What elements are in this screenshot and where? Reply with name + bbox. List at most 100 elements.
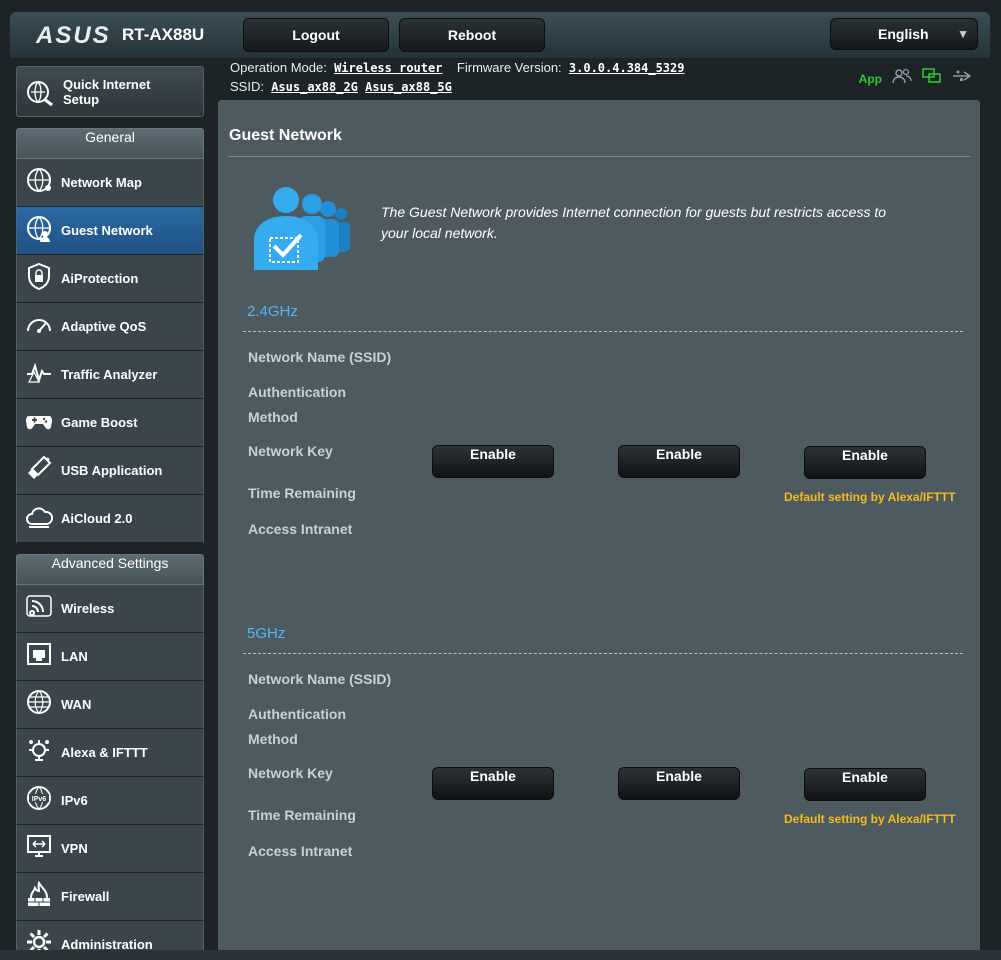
vpn-monitor-icon [25, 832, 53, 865]
model-name: RT-AX88U [122, 25, 205, 44]
sidebar-item-guest-network[interactable]: Guest Network [16, 207, 204, 255]
asus-logo: ASUS [36, 22, 111, 49]
sidebar-item-alexa-ifttt[interactable]: Alexa & IFTTT [16, 729, 204, 777]
page-title: Guest Network [229, 127, 342, 144]
pulse-chart-icon [25, 358, 53, 391]
ssid-field-label: Network Name (SSID) [248, 671, 392, 687]
sidebar-item-adaptive-qos[interactable]: Adaptive QoS [16, 303, 204, 351]
network-status-icon[interactable] [922, 68, 942, 89]
ssid-field-label: Network Name (SSID) [248, 349, 392, 365]
sidebar-item-label: AiProtection [61, 271, 139, 286]
sidebar-item-label: IPv6 [61, 793, 88, 808]
shield-lock-icon [25, 262, 53, 295]
status-icons: App [859, 68, 972, 89]
sidebar-item-wan[interactable]: WAN [16, 681, 204, 729]
app-link[interactable]: App [859, 72, 882, 86]
operation-mode-link[interactable]: Wireless router [334, 61, 442, 75]
advanced-nav: Wireless LAN WAN Alexa & IFTTT IPv6 IPv6 VPN Fi… [16, 585, 204, 960]
wifi-icon [25, 592, 53, 625]
sidebar-item-label: Guest Network [61, 223, 153, 238]
sidebar-item-label: Network Map [61, 175, 142, 190]
enable-24ghz-2-button[interactable]: Enable [618, 445, 740, 478]
sidebar-item-firewall[interactable]: Firewall [16, 873, 204, 921]
globe-network-icon [25, 166, 53, 199]
general-nav: Network Map Guest Network AiProtection Adap… [16, 159, 204, 543]
logout-button[interactable]: Logout [243, 18, 389, 52]
enable-5ghz-1-button[interactable]: Enable [432, 767, 554, 800]
clients-icon[interactable] [892, 68, 912, 89]
sidebar-item-label: Alexa & IFTTT [61, 745, 148, 760]
wizard-icon [27, 80, 53, 106]
auth-field-label: Authentication [248, 384, 346, 400]
general-header: General [16, 128, 204, 159]
sidebar-item-vpn[interactable]: VPN [16, 825, 204, 873]
quick-internet-setup-button[interactable]: Quick Internet Setup [16, 66, 204, 117]
time-remaining-label: Time Remaining [248, 485, 356, 501]
sidebar-item-label: Wireless [61, 601, 115, 616]
sidebar-item-label: Firewall [61, 889, 110, 904]
sidebar-item-wireless[interactable]: Wireless [16, 585, 204, 633]
alexa-note-24ghz: Default setting by Alexa/IFTTT [784, 490, 956, 504]
gamepad-icon [25, 406, 53, 439]
sidebar-item-aicloud-2-0[interactable]: AiCloud 2.0 [16, 495, 204, 543]
svg-text:IPv6: IPv6 [32, 796, 47, 803]
network-key-label: Network Key [248, 765, 333, 781]
sidebar-item-network-map[interactable]: Network Map [16, 159, 204, 207]
alexa-icon [25, 736, 53, 769]
language-select[interactable]: English ▼ [830, 18, 978, 50]
enable-5ghz-3-button[interactable]: Enable [804, 768, 926, 801]
ssid-label: SSID: [230, 79, 264, 94]
sidebar-item-game-boost[interactable]: Game Boost [16, 399, 204, 447]
usb-stick-icon [25, 454, 53, 487]
gauge-icon [25, 310, 53, 343]
sidebar-item-label: VPN [61, 841, 88, 856]
info-strip: Operation Mode: Wireless router Firmware… [218, 58, 980, 100]
intro-text: The Guest Network provides Internet conn… [381, 204, 887, 241]
band-5ghz-divider [243, 653, 963, 654]
sidebar-item-ipv6[interactable]: IPv6 IPv6 [16, 777, 204, 825]
band-5ghz-title: 5GHz [247, 625, 286, 642]
firmware-link[interactable]: 3.0.0.4.384_5329 [569, 61, 685, 75]
usb-status-icon[interactable] [952, 69, 972, 88]
cloud-icon [25, 502, 54, 535]
language-value: English [878, 26, 929, 42]
band-24ghz-divider [243, 331, 963, 332]
network-key-label: Network Key [248, 443, 333, 459]
globe-icon [25, 688, 53, 721]
enable-24ghz-3-button[interactable]: Enable [804, 446, 926, 479]
time-remaining-label: Time Remaining [248, 807, 356, 823]
sidebar-item-label: LAN [61, 649, 88, 664]
ssid-5g-link[interactable]: Asus_ax88_5G [365, 80, 452, 94]
title-divider [228, 156, 970, 157]
sidebar-item-label: WAN [61, 697, 92, 712]
sidebar-item-aiprotection[interactable]: AiProtection [16, 255, 204, 303]
sidebar-item-label: Adaptive QoS [61, 319, 147, 334]
access-intranet-label: Access Intranet [248, 521, 353, 537]
lan-port-icon [25, 640, 53, 673]
guest-users-icon [248, 184, 366, 275]
sidebar-item-traffic-analyzer[interactable]: Traffic Analyzer [16, 351, 204, 399]
operation-mode-label: Operation Mode: [230, 60, 327, 75]
quick-setup-line1: Quick Internet [63, 76, 151, 92]
main-panel: Guest Network The Guest Network provides… [218, 100, 980, 960]
sidebar-item-label: Traffic Analyzer [61, 367, 158, 382]
sidebar-item-usb-application[interactable]: USB Application [16, 447, 204, 495]
ipv6-globe-icon: IPv6 [25, 784, 53, 817]
firewall-icon [25, 880, 53, 913]
top-bar: ASUS RT-AX88U Logout Reboot English ▼ [10, 12, 990, 58]
ssid-2g-link[interactable]: Asus_ax88_2G [271, 80, 358, 94]
sidebar-item-label: USB Application [61, 463, 163, 478]
sidebar-item-lan[interactable]: LAN [16, 633, 204, 681]
sidebar-item-label: Game Boost [61, 415, 138, 430]
guest-globe-icon [25, 214, 53, 247]
advanced-settings-header: Advanced Settings [16, 554, 204, 585]
quick-setup-line2: Setup [63, 91, 100, 107]
method-field-label: Method [248, 409, 298, 425]
enable-24ghz-1-button[interactable]: Enable [432, 445, 554, 478]
method-field-label: Method [248, 731, 298, 747]
chevron-down-icon: ▼ [957, 27, 969, 41]
sidebar: Quick Internet Setup General Network Map… [16, 66, 204, 960]
reboot-button[interactable]: Reboot [399, 18, 545, 52]
enable-5ghz-2-button[interactable]: Enable [618, 767, 740, 800]
firmware-label: Firmware Version: [456, 60, 562, 75]
